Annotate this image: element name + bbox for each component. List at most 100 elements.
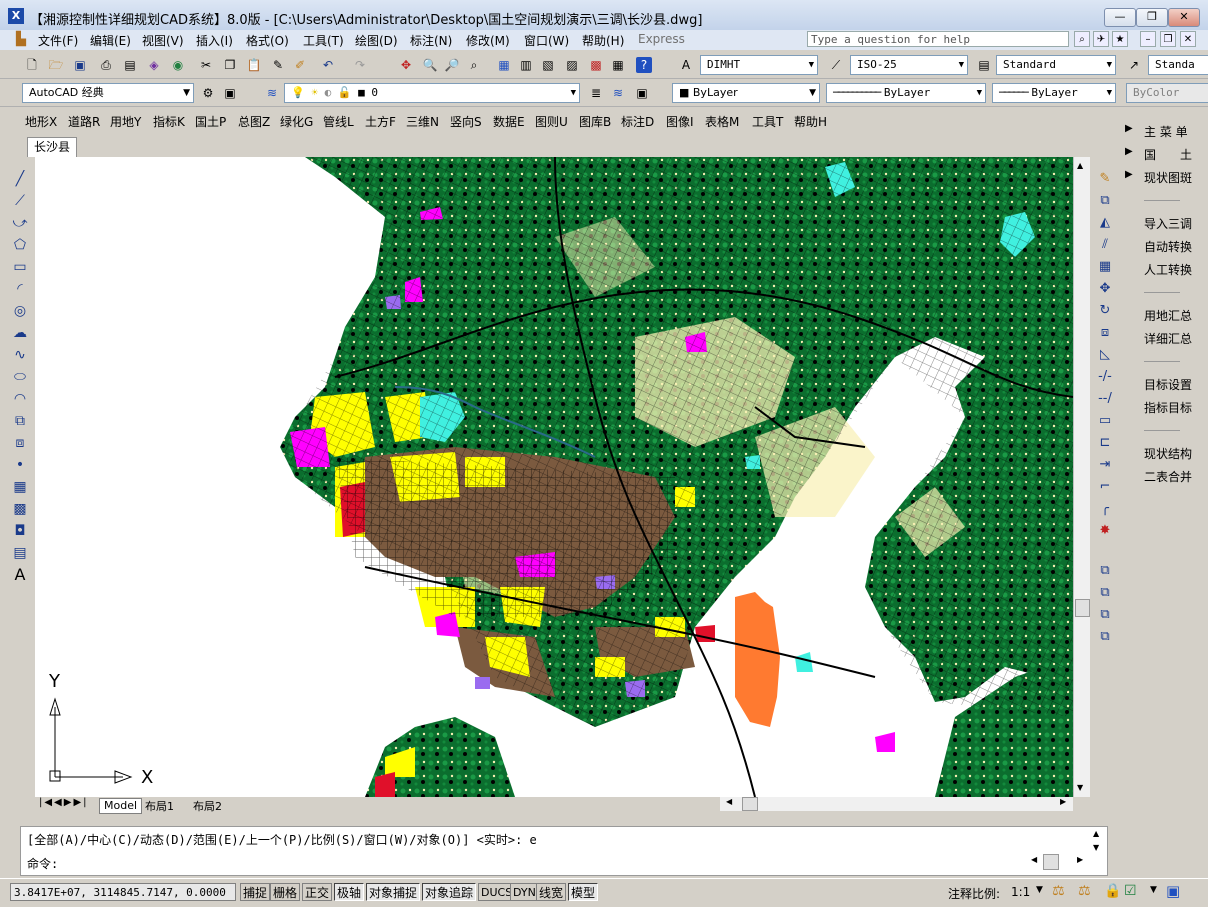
- horizontal-scroll-thumb[interactable]: [742, 797, 758, 811]
- erase-icon[interactable]: ✎: [1094, 168, 1116, 190]
- workspace-save-icon[interactable]: ▣: [220, 83, 240, 103]
- cmenu-terrain[interactable]: 地形X: [25, 113, 57, 130]
- trim-icon[interactable]: -/-: [1094, 366, 1116, 388]
- gradient-icon[interactable]: ▩: [8, 498, 32, 520]
- vertical-scrollbar[interactable]: ▲ ▼: [1073, 157, 1090, 797]
- annotation-scale-value[interactable]: 1:1: [1011, 885, 1030, 899]
- menu-file[interactable]: 文件(F): [38, 32, 78, 49]
- circle-icon[interactable]: ◎: [8, 300, 32, 322]
- linetype-combo[interactable]: ────────── ByLayer ▼: [826, 83, 986, 103]
- annotation-visibility-icon[interactable]: ⚖: [1052, 883, 1065, 899]
- spline-icon[interactable]: ∿: [8, 344, 32, 366]
- cmenu-library[interactable]: 图库B: [579, 113, 611, 130]
- cmenu-index[interactable]: 指标K: [153, 113, 185, 130]
- preview-icon[interactable]: ▤: [120, 55, 140, 75]
- insert-block-icon[interactable]: ⧉: [8, 410, 32, 432]
- cmenu-data[interactable]: 数据E: [493, 113, 525, 130]
- rp-merge-tables[interactable]: 二表合并: [1144, 468, 1192, 485]
- cmenu-annotate[interactable]: 标注D: [621, 113, 654, 130]
- cmenu-road[interactable]: 道路R: [68, 113, 100, 130]
- chamfer-icon[interactable]: ⌐: [1094, 476, 1116, 498]
- menu-dimension[interactable]: 标注(N): [410, 32, 452, 49]
- toggle-polar[interactable]: 极轴: [334, 883, 365, 901]
- cmenu-table[interactable]: 表格M: [705, 113, 739, 130]
- menu-express[interactable]: Express: [638, 32, 685, 46]
- scroll-right-icon[interactable]: ▶: [1060, 797, 1066, 806]
- scroll-left-icon[interactable]: ◀: [726, 797, 732, 806]
- layer-manager-icon[interactable]: ≋: [262, 83, 282, 103]
- scroll-down-icon[interactable]: ▼: [1077, 783, 1083, 792]
- draworder-under-icon[interactable]: ⧉: [1094, 626, 1116, 648]
- rp-current-structure[interactable]: 现状结构: [1144, 445, 1192, 462]
- hatch-icon[interactable]: ▦: [8, 476, 32, 498]
- cut-icon[interactable]: ✂: [196, 55, 216, 75]
- menu-insert[interactable]: 插入(I): [196, 32, 233, 49]
- tab-model[interactable]: Model: [99, 798, 143, 814]
- redo-icon[interactable]: ↷: [350, 55, 370, 75]
- toggle-otrack[interactable]: 对象追踪: [422, 883, 477, 901]
- pan-icon[interactable]: ✥: [396, 55, 416, 75]
- dim-style-icon[interactable]: ⟋: [826, 55, 846, 75]
- ellipse-arc-icon[interactable]: ◠: [8, 388, 32, 410]
- point-icon[interactable]: •: [8, 454, 32, 476]
- chevron-down-icon[interactable]: ▼: [1150, 885, 1157, 895]
- calculator-icon[interactable]: ▦: [608, 55, 628, 75]
- rp-index-target[interactable]: 指标目标: [1144, 399, 1192, 416]
- offset-icon[interactable]: ⫽: [1094, 234, 1116, 256]
- mirror-icon[interactable]: ◭: [1094, 212, 1116, 234]
- layer-states-icon[interactable]: ▣: [632, 83, 652, 103]
- doc-close-button[interactable]: ✕: [1180, 31, 1196, 47]
- app-icon[interactable]: X: [8, 8, 24, 24]
- toggle-grid[interactable]: 栅格: [270, 883, 301, 901]
- comm-center-icon[interactable]: ✈: [1093, 31, 1109, 47]
- extend-icon[interactable]: --/: [1094, 388, 1116, 410]
- tablestyle-combo[interactable]: Standa: [1148, 55, 1208, 75]
- stretch-icon[interactable]: ◺: [1094, 344, 1116, 366]
- menu-modify[interactable]: 修改(M): [466, 32, 510, 49]
- new-icon[interactable]: 🗋: [22, 55, 42, 75]
- command-prompt[interactable]: 命令:: [27, 855, 58, 872]
- cmenu-vertical[interactable]: 竖向S: [450, 113, 482, 130]
- menu-help[interactable]: 帮助(H): [582, 32, 624, 49]
- clean-screen-icon[interactable]: ▣: [1166, 882, 1180, 900]
- copy-icon[interactable]: ❐: [220, 55, 240, 75]
- rp-auto-convert[interactable]: 自动转换: [1144, 238, 1192, 255]
- cmenu-chart[interactable]: 图则U: [535, 113, 568, 130]
- command-window[interactable]: [全部(A)/中心(C)/动态(D)/范围(E)/上一个(P)/比例(S)/窗口…: [20, 826, 1108, 876]
- rp-manual-convert[interactable]: 人工转换: [1144, 261, 1192, 278]
- cmenu-masterplan[interactable]: 总图Z: [238, 113, 270, 130]
- arc-icon[interactable]: ◜: [8, 278, 32, 300]
- scroll-down-icon[interactable]: ▼: [1093, 843, 1099, 852]
- horizontal-scrollbar[interactable]: ◀ ▶: [720, 797, 1073, 811]
- rectangle-icon[interactable]: ▭: [8, 256, 32, 278]
- cmenu-tools[interactable]: 工具T: [752, 113, 783, 130]
- draworder-above-icon[interactable]: ⧉: [1094, 604, 1116, 626]
- menu-view[interactable]: 视图(V): [142, 32, 184, 49]
- layer-previous-icon[interactable]: ≋: [608, 83, 628, 103]
- rp-detail-summary[interactable]: 详细汇总: [1144, 330, 1192, 347]
- draworder-front-icon[interactable]: ⧉: [1094, 560, 1116, 582]
- sheet-set-icon[interactable]: ▨: [562, 55, 582, 75]
- open-icon[interactable]: 🗁: [46, 55, 66, 75]
- toggle-model[interactable]: 模型: [568, 883, 599, 901]
- line-icon[interactable]: ╱: [8, 168, 32, 190]
- revcloud-icon[interactable]: ☁: [8, 322, 32, 344]
- rp-import-survey[interactable]: 导入三调: [1144, 215, 1192, 232]
- cmenu-3d[interactable]: 三维N: [406, 113, 439, 130]
- array-icon[interactable]: ▦: [1094, 256, 1116, 278]
- drawing-canvas[interactable]: Y X: [35, 157, 1073, 797]
- zoom-previous-icon[interactable]: ⌕: [464, 55, 484, 75]
- break-at-point-icon[interactable]: ⊏: [1094, 432, 1116, 454]
- menu-window[interactable]: 窗口(W): [524, 32, 569, 49]
- save-icon[interactable]: ▣: [70, 55, 90, 75]
- auto-scale-icon[interactable]: ⚖: [1078, 883, 1091, 899]
- toggle-dyn[interactable]: DYN: [510, 883, 539, 901]
- move-icon[interactable]: ✥: [1094, 278, 1116, 300]
- plotstyle-combo[interactable]: ByColor: [1126, 83, 1208, 103]
- rp-land[interactable]: 国 土: [1144, 146, 1192, 163]
- publish-icon[interactable]: ◈: [144, 55, 164, 75]
- document-tab[interactable]: 长沙县: [27, 137, 77, 157]
- zoom-window-icon[interactable]: 🔎: [442, 55, 462, 75]
- tab-layout2[interactable]: 布局2: [193, 798, 222, 814]
- vertical-scroll-thumb[interactable]: [1075, 599, 1090, 617]
